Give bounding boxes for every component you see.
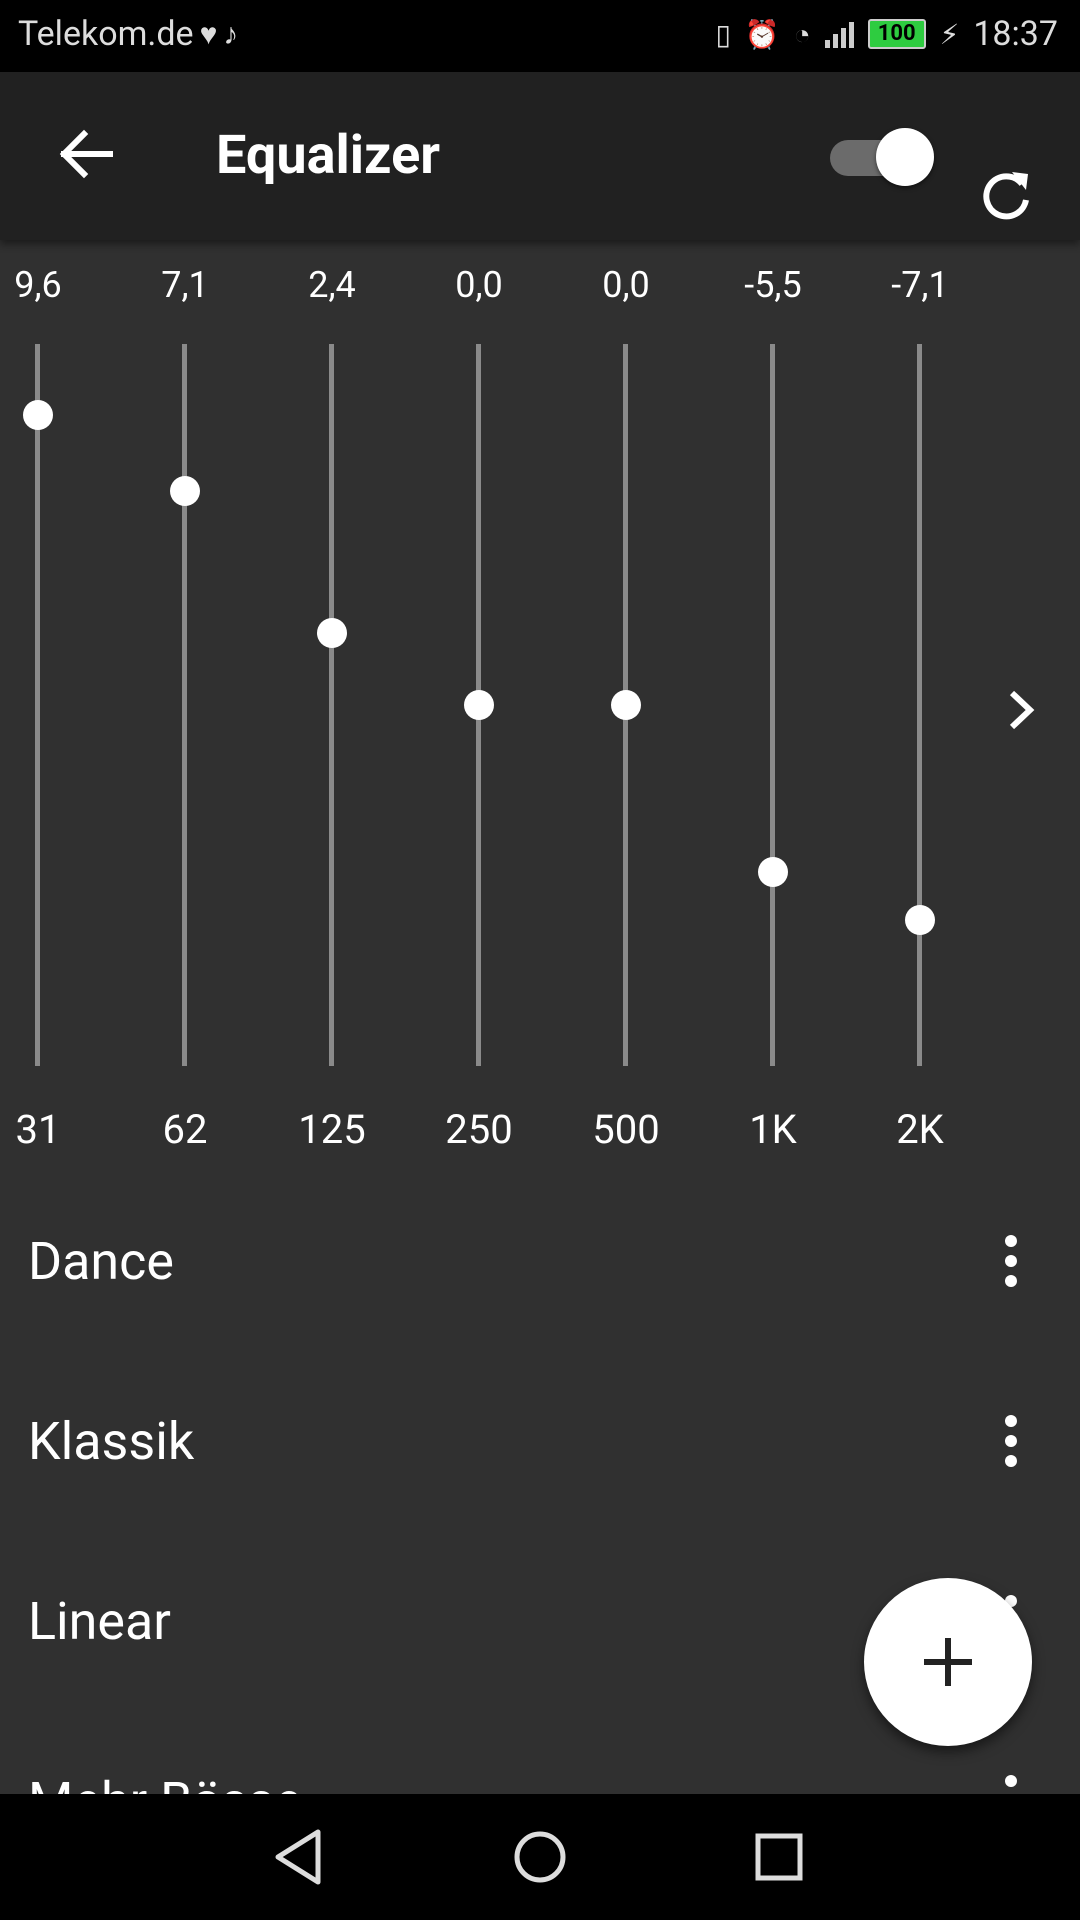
- band-slider-track[interactable]: [182, 344, 187, 1066]
- status-icons: ▯ ⏰ ◔ 100 ⚡ 18:37: [715, 14, 1058, 54]
- preset-item[interactable]: Klassik: [0, 1355, 1080, 1535]
- status-bar: Telekom.de ♥ ♪ ▯ ⏰ ◔ 100 ⚡ 18:37: [0, 0, 1080, 72]
- refresh-icon[interactable]: [976, 166, 1036, 226]
- band-value: 7,1: [161, 264, 209, 306]
- band-value: 9,6: [14, 264, 62, 306]
- band-frequency: 1K: [749, 1106, 797, 1153]
- heart-monitor-icon: ♥: [199, 16, 218, 52]
- band-value: -5,5: [744, 264, 802, 306]
- band-125: 2,4 125: [272, 240, 392, 1160]
- band-2k: -7,1 2K: [860, 240, 980, 1160]
- band-1k: -5,5 1K: [713, 240, 833, 1160]
- band-value: 2,4: [308, 264, 356, 306]
- band-slider-knob[interactable]: [611, 690, 641, 720]
- preset-name: Dance: [28, 1231, 174, 1292]
- plus-icon-vertical: [945, 1638, 951, 1686]
- band-slider-knob[interactable]: [464, 690, 494, 720]
- carrier-name: Telekom.de: [18, 14, 194, 54]
- band-500: 0,0 500: [566, 240, 686, 1160]
- band-31: 9,6 31: [0, 240, 98, 1160]
- band-frequency: 125: [298, 1106, 366, 1153]
- equalizer-toggle[interactable]: [830, 128, 934, 186]
- band-frequency: 31: [15, 1106, 61, 1153]
- arrow-left-icon[interactable]: [54, 122, 118, 186]
- vibrate-icon: ▯: [715, 17, 731, 51]
- chevron-right-icon[interactable]: [1004, 685, 1040, 735]
- page-title: Equalizer: [216, 124, 441, 187]
- music-note-icon: ♪: [223, 16, 239, 52]
- nav-back-icon[interactable]: [268, 1824, 334, 1890]
- band-62: 7,1 62: [125, 240, 245, 1160]
- more-vert-icon[interactable]: [999, 1235, 1023, 1295]
- more-vert-icon[interactable]: [999, 1775, 1023, 1795]
- equalizer-panel: 9,6 31 7,1 62 2,4 125 0,0 250 0,0 500 -5…: [0, 240, 1080, 1160]
- band-frequency: 2K: [896, 1106, 944, 1153]
- carrier: Telekom.de ♥ ♪: [18, 14, 238, 54]
- nav-recents-icon[interactable]: [746, 1824, 812, 1890]
- preset-name: Linear: [28, 1591, 171, 1652]
- band-value: 0,0: [455, 264, 503, 306]
- band-frequency: 500: [592, 1106, 660, 1153]
- status-time: 18:37: [973, 14, 1058, 54]
- band-slider-track[interactable]: [35, 344, 40, 1066]
- band-slider-knob[interactable]: [23, 400, 53, 430]
- band-slider-track[interactable]: [917, 344, 922, 1066]
- app-bar: Equalizer: [0, 72, 1080, 240]
- band-slider-knob[interactable]: [758, 857, 788, 887]
- toggle-thumb: [876, 128, 934, 186]
- band-slider-track[interactable]: [329, 344, 334, 1066]
- add-preset-button[interactable]: [864, 1578, 1032, 1746]
- preset-name: Mehr Bässe: [28, 1771, 302, 1795]
- alarm-icon: ⏰: [744, 17, 780, 51]
- wifi-icon: ◔: [793, 17, 811, 51]
- band-frequency: 250: [445, 1106, 513, 1153]
- band-slider-track[interactable]: [770, 344, 775, 1066]
- band-slider-knob[interactable]: [905, 905, 935, 935]
- battery-icon: 100: [867, 19, 926, 49]
- preset-name: Klassik: [28, 1411, 195, 1472]
- band-frequency: 62: [162, 1106, 208, 1153]
- band-slider-knob[interactable]: [170, 476, 200, 506]
- band-250: 0,0 250: [419, 240, 539, 1160]
- preset-item[interactable]: Dance: [0, 1175, 1080, 1355]
- band-slider-knob[interactable]: [317, 618, 347, 648]
- band-value: 0,0: [602, 264, 650, 306]
- band-value: -7,1: [891, 264, 949, 306]
- signal-icon: [824, 20, 854, 48]
- navigation-bar: [0, 1794, 1080, 1920]
- charging-icon: ⚡: [939, 17, 960, 51]
- more-vert-icon[interactable]: [999, 1415, 1023, 1475]
- nav-home-icon[interactable]: [507, 1824, 573, 1890]
